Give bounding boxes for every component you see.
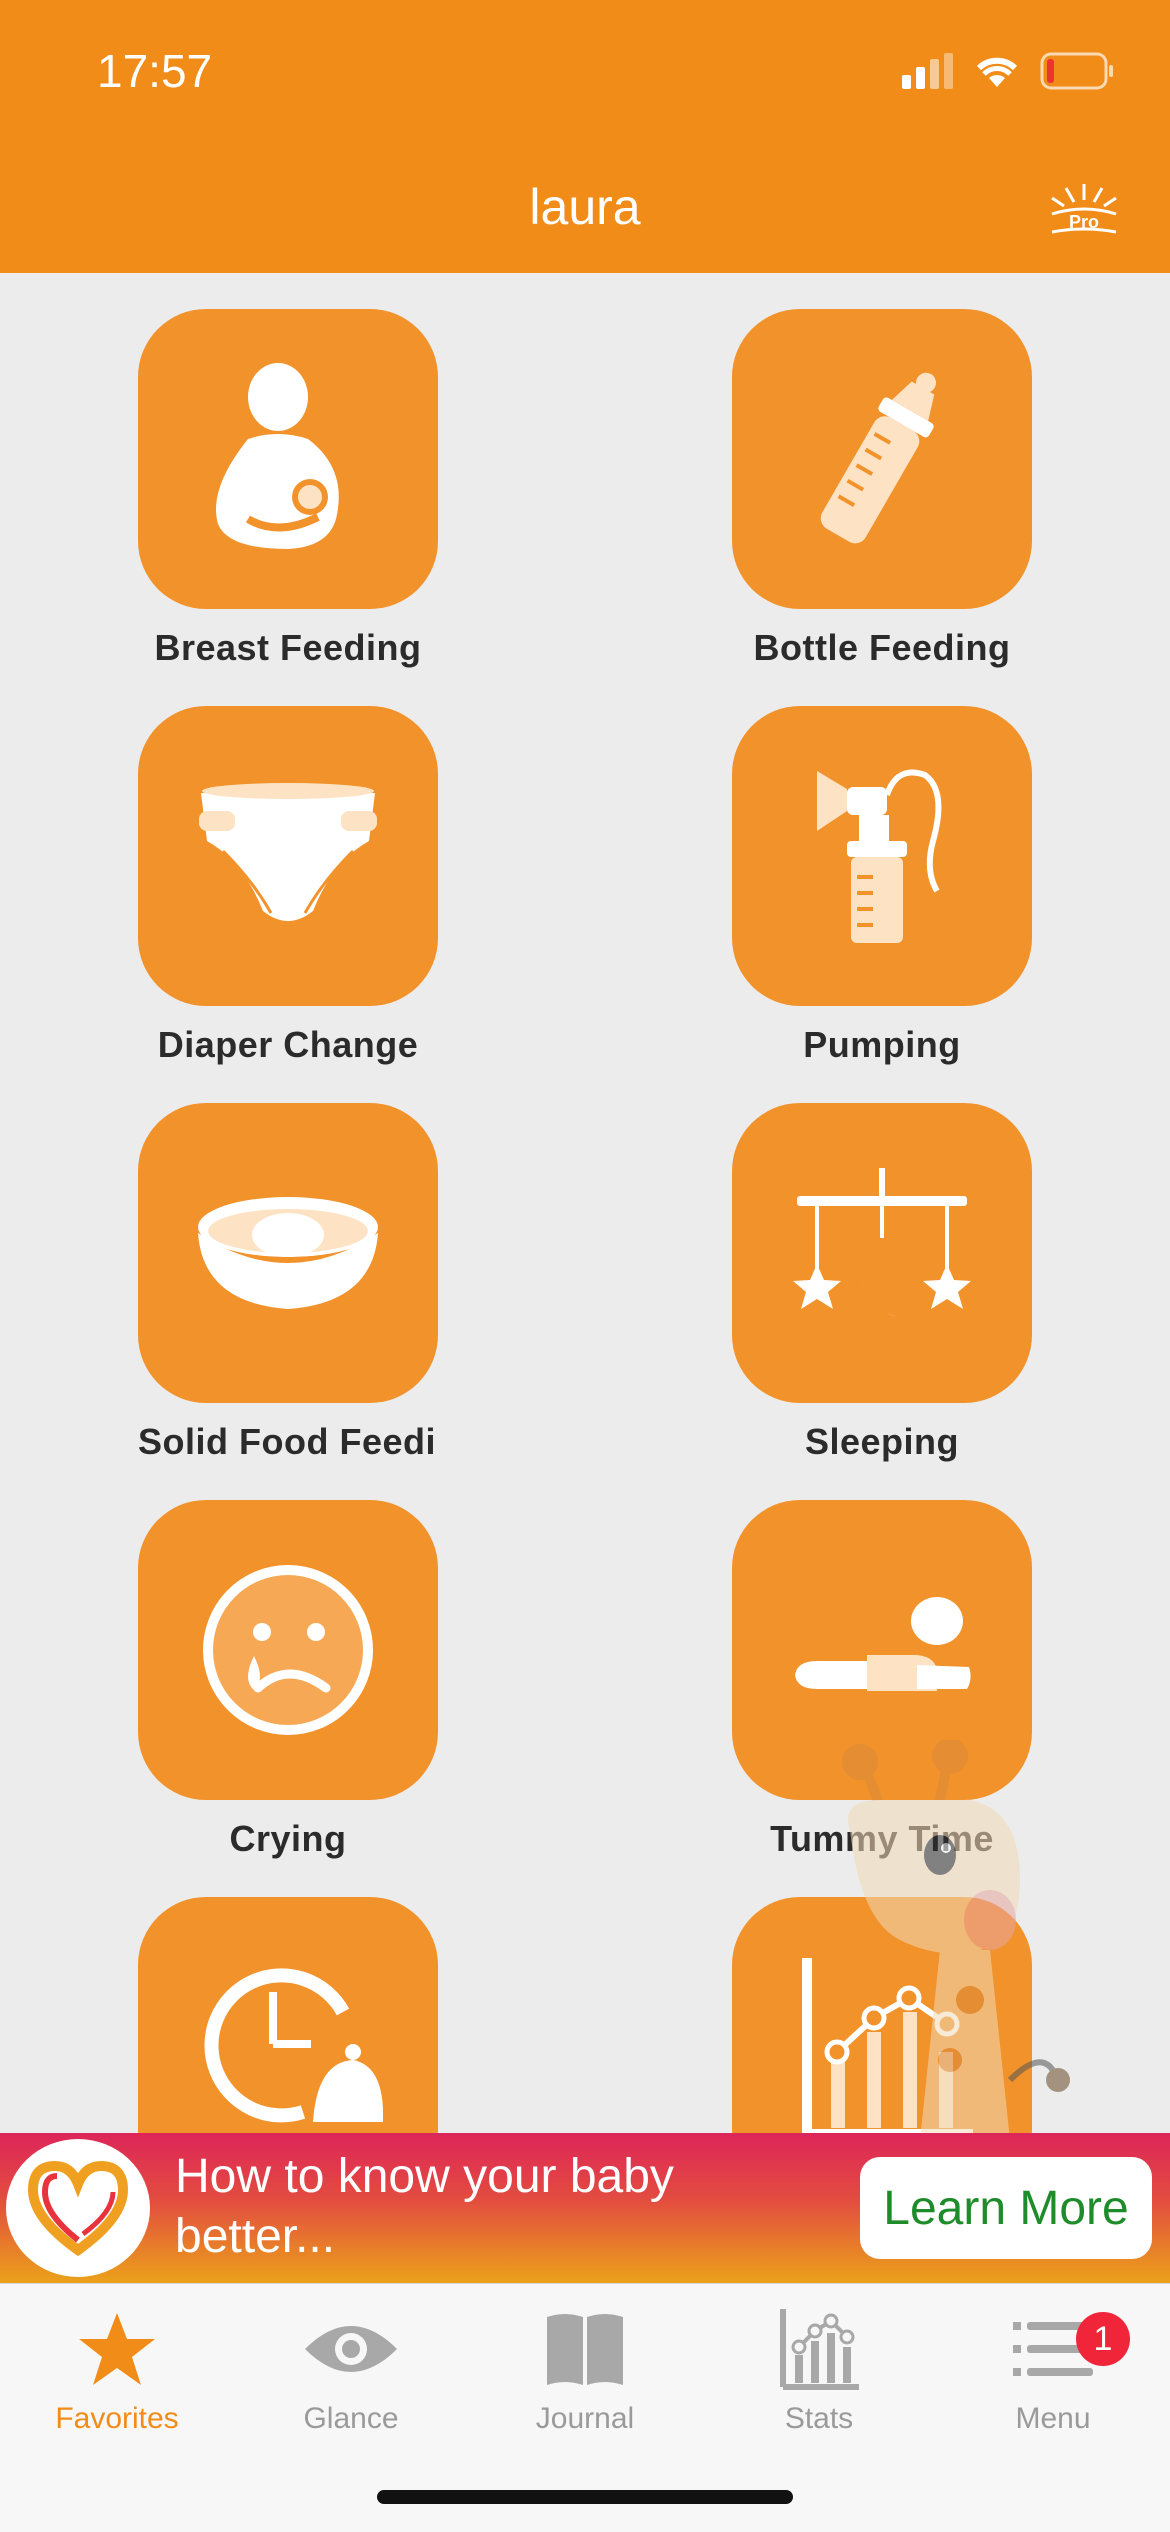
tile-sleeping[interactable]: Sleeping: [732, 1103, 1032, 1463]
tile-growth[interactable]: [732, 1897, 1032, 2133]
tile-solid-food-feeding[interactable]: Solid Food Feedir: [138, 1103, 438, 1463]
wifi-icon: [976, 57, 1018, 87]
ad-text: How to know your baby better...: [175, 2150, 674, 2263]
tab-label: Journal: [535, 2402, 635, 2435]
tab-stats[interactable]: Stats: [702, 2304, 936, 2436]
status-icons: [902, 52, 1114, 90]
tile-label: Tummy Time: [770, 1818, 994, 1859]
tile-label: Breast Feeding: [154, 627, 422, 668]
bottle-icon: [820, 372, 936, 544]
bowl-icon: [198, 1197, 378, 1309]
tile-pumping[interactable]: Pumping: [732, 706, 1032, 1066]
battery-icon: [1040, 52, 1113, 90]
tile-label: Pumping: [803, 1024, 961, 1065]
heart-logo-icon: [6, 2139, 150, 2277]
crying-face-icon: [203, 1565, 373, 1735]
tummy-time-icon: [795, 1597, 971, 1691]
tile-label: Sleeping: [804, 1421, 960, 1462]
status-time: 17:57: [97, 45, 213, 97]
tile-diaper-change[interactable]: Diaper Change: [138, 706, 438, 1066]
tile-bottle-feeding[interactable]: Bottle Feeding: [732, 309, 1032, 669]
star-icon: [79, 2313, 155, 2385]
pro-badge-icon[interactable]: Pro: [1044, 178, 1124, 238]
signal-icon: [902, 53, 953, 89]
learn-more-button[interactable]: Learn More: [860, 2157, 1152, 2259]
crib-mobile-icon: [793, 1168, 971, 1317]
tab-label: Menu: [1015, 2402, 1091, 2435]
breastfeeding-icon: [216, 363, 339, 549]
tile-label: Diaper Change: [157, 1024, 419, 1065]
tab-journal[interactable]: Journal: [468, 2304, 702, 2436]
tab-glance[interactable]: Glance: [234, 2304, 468, 2436]
tile-label: Crying: [229, 1818, 347, 1859]
menu-badge: 1: [1076, 2312, 1130, 2366]
home-indicator[interactable]: [377, 2490, 793, 2504]
tab-favorites[interactable]: Favorites: [0, 2304, 234, 2436]
book-icon: [547, 2314, 623, 2385]
ad-banner[interactable]: How to know your baby better... Learn Mo…: [0, 2133, 1170, 2283]
eye-icon: [305, 2326, 397, 2372]
tab-menu[interactable]: 1 Menu: [936, 2304, 1170, 2436]
stats-icon: [780, 2309, 859, 2390]
tab-label: Stats: [784, 2402, 854, 2435]
tab-label: Favorites: [55, 2402, 179, 2435]
tile-label: Solid Food Feedir: [138, 1421, 438, 1462]
growth-chart-icon: [802, 1958, 973, 2133]
favorites-grid: Breast Feeding Bottle Feeding Diaper Cha…: [0, 273, 1170, 2133]
tile-tummy-time[interactable]: Tummy Time: [732, 1500, 1032, 1860]
tab-label: Glance: [303, 2402, 399, 2435]
diaper-icon: [199, 783, 377, 921]
svg-text:Pro: Pro: [1069, 212, 1099, 232]
reminder-clock-bell-icon: [204, 1968, 383, 2123]
tile-label: Bottle Feeding: [753, 627, 1011, 668]
tile-crying[interactable]: Crying: [138, 1500, 438, 1860]
header: 17:57 laura Pro: [0, 0, 1170, 273]
tile-breast-feeding[interactable]: Breast Feeding: [138, 309, 438, 669]
breast-pump-icon: [817, 769, 942, 943]
tile-reminders[interactable]: [138, 1897, 438, 2133]
page-title: laura: [529, 179, 641, 235]
